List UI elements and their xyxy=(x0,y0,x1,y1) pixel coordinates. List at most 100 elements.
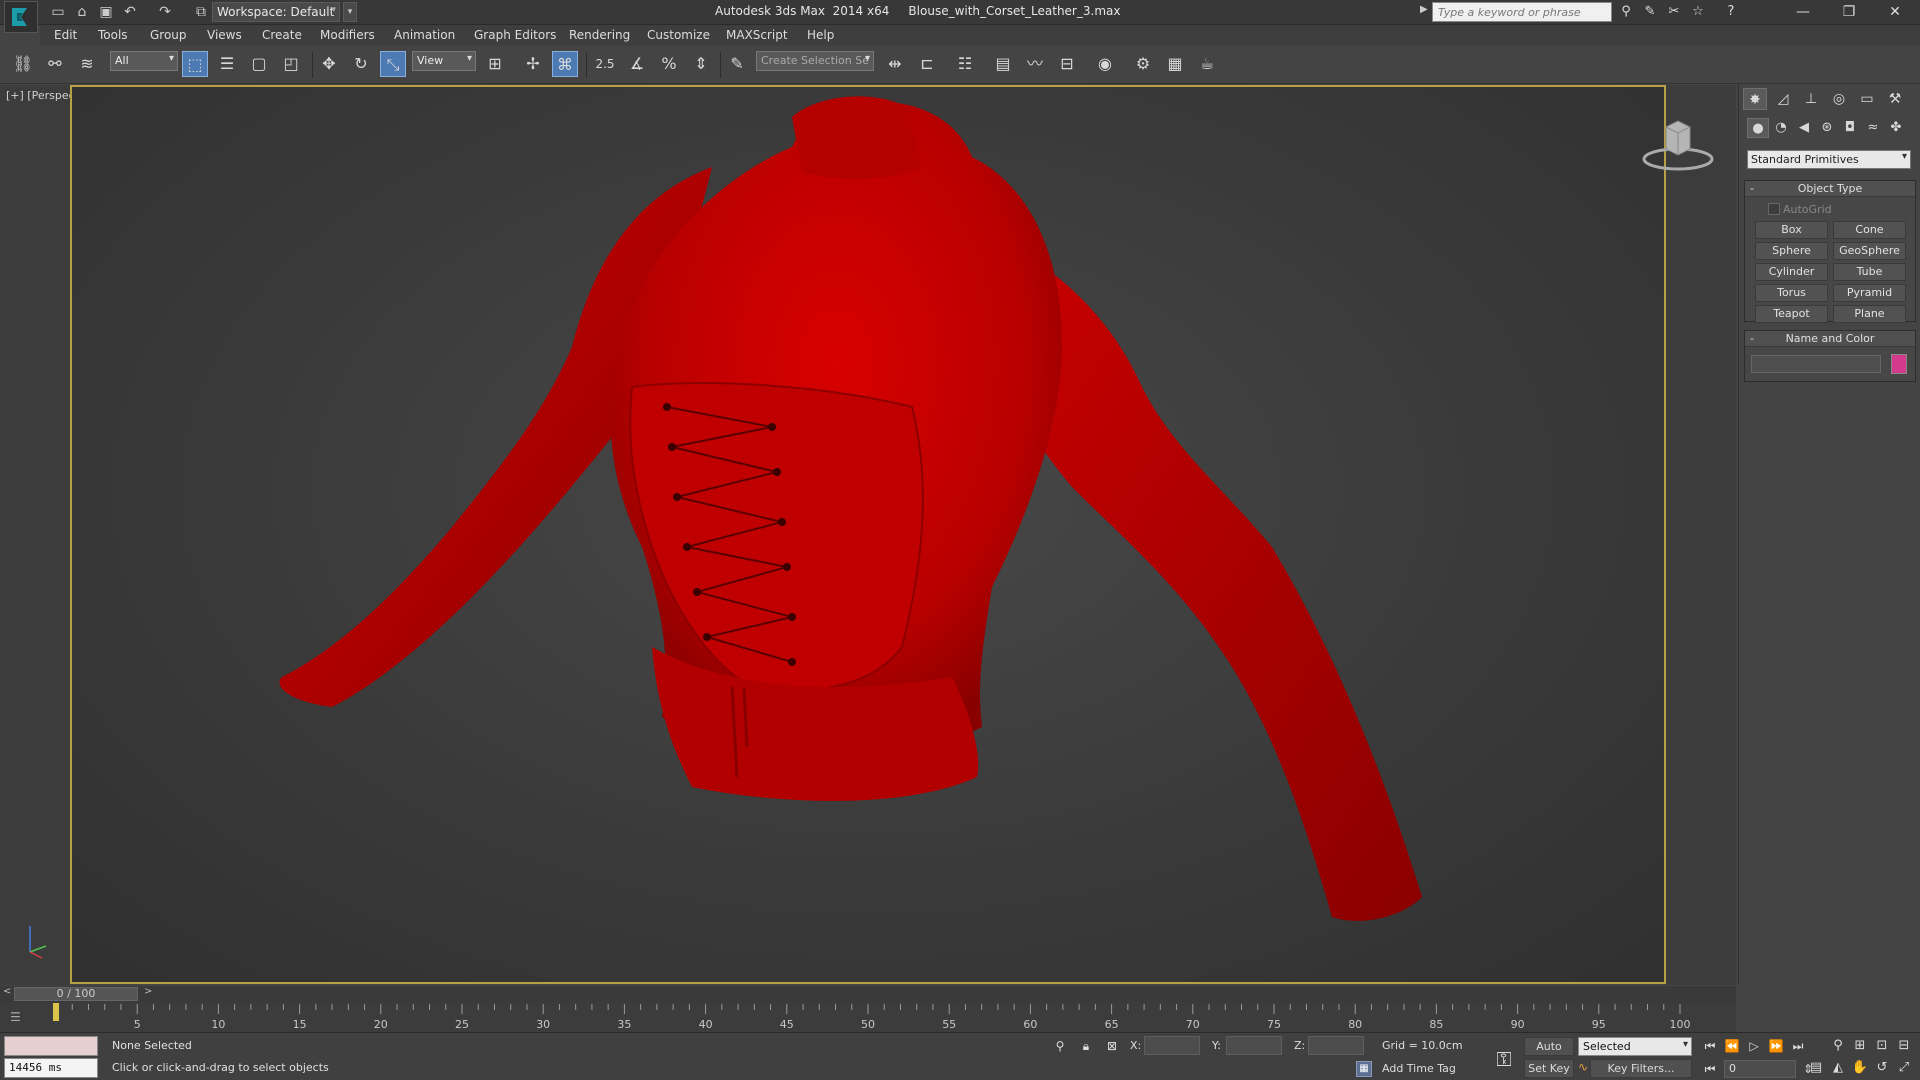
render-setup-icon[interactable]: ⚙ xyxy=(1130,51,1156,77)
menu-animation[interactable]: Animation xyxy=(394,28,455,42)
current-frame-marker[interactable] xyxy=(53,1003,59,1021)
perspective-viewport[interactable] xyxy=(70,85,1666,984)
communication-center-icon[interactable]: ✂ xyxy=(1665,3,1683,21)
key-mode-toggle-icon[interactable]: ⏮ xyxy=(1700,1060,1720,1078)
cameras-icon[interactable]: ⊛ xyxy=(1816,118,1838,138)
restore-icon[interactable]: ❐ xyxy=(1826,0,1872,25)
select-rotate-icon[interactable]: ↻ xyxy=(348,51,374,77)
teapot-button[interactable]: Teapot xyxy=(1755,305,1828,323)
zoom-all-icon[interactable]: ⊞ xyxy=(1850,1036,1870,1056)
reference-coordinate-dropdown[interactable]: View ▾ xyxy=(412,51,476,71)
undo-icon[interactable]: ↶ xyxy=(122,4,138,20)
previous-frame-icon[interactable]: ⏪ xyxy=(1722,1037,1742,1055)
select-by-name-icon[interactable]: ☰ xyxy=(214,51,240,77)
autogrid-checkbox[interactable] xyxy=(1768,203,1780,215)
time-slider-next-button[interactable]: > xyxy=(144,986,152,997)
maxscript-listener-field[interactable] xyxy=(4,1036,98,1056)
geometry-icon[interactable]: ● xyxy=(1747,118,1769,138)
play-icon[interactable]: ▷ xyxy=(1744,1037,1764,1055)
named-selection-dropdown[interactable]: Create Selection Se ▾ xyxy=(756,51,874,71)
app-menu-button[interactable] xyxy=(4,1,38,33)
mirror-icon[interactable]: ⇹ xyxy=(882,51,908,77)
render-production-icon[interactable]: ☕ xyxy=(1194,51,1220,77)
create-tab-icon[interactable]: ✸ xyxy=(1743,88,1767,110)
workspace-dropdown[interactable]: Workspace: Default ▾ xyxy=(212,2,340,22)
redo-icon[interactable]: ↷ xyxy=(157,4,173,20)
utilities-tab-icon[interactable]: ⚒ xyxy=(1883,88,1907,110)
keyboard-shortcut-override-icon[interactable]: ⌘ xyxy=(552,51,578,77)
time-slider-prev-button[interactable]: < xyxy=(3,986,11,997)
go-to-end-icon[interactable]: ⏭ xyxy=(1788,1037,1808,1055)
menu-graph-editors[interactable]: Graph Editors xyxy=(474,28,556,42)
blouse-corset-model[interactable] xyxy=(72,87,1666,984)
frame-ruler[interactable]: 5 10 15 20 25 30 35 40 45 50 55 60 65 70 75 80 85 90 95 100 xyxy=(0,1002,1736,1032)
time-configuration-icon[interactable]: ▤ xyxy=(1806,1058,1826,1078)
space-warps-icon[interactable]: ≈ xyxy=(1862,118,1884,138)
curve-editor-icon[interactable]: 〰 xyxy=(1022,51,1048,77)
rect-selection-region-icon[interactable]: ▢ xyxy=(246,51,272,77)
torus-button[interactable]: Torus xyxy=(1755,284,1828,302)
z-coordinate-field[interactable] xyxy=(1308,1036,1364,1055)
helpers-icon[interactable]: ◘ xyxy=(1839,118,1861,138)
layer-manager-icon[interactable]: ☷ xyxy=(952,51,978,77)
orbit-icon[interactable]: ↺ xyxy=(1872,1058,1892,1078)
selection-filter-dropdown[interactable]: All ▾ xyxy=(110,51,178,71)
key-mode-dropdown[interactable]: Selected ▾ xyxy=(1578,1037,1692,1056)
select-manipulate-icon[interactable]: ✢ xyxy=(520,51,546,77)
next-frame-icon[interactable]: ⏩ xyxy=(1766,1037,1786,1055)
box-button[interactable]: Box xyxy=(1755,221,1828,239)
spinner-snap-icon[interactable]: ⇕ xyxy=(688,51,714,77)
time-slider-thumb[interactable]: 0 / 100 xyxy=(14,987,138,1001)
name-and-color-header[interactable]: - Name and Color xyxy=(1745,331,1915,347)
align-icon[interactable]: ⊏ xyxy=(914,51,940,77)
pan-view-icon[interactable]: ✋ xyxy=(1850,1058,1870,1078)
bind-space-warp-icon[interactable]: ≋ xyxy=(74,51,100,77)
hierarchy-tab-icon[interactable]: ⊥ xyxy=(1799,88,1823,110)
lights-icon[interactable]: ◀ xyxy=(1793,118,1815,138)
snaps-toggle-icon[interactable]: 2.5 xyxy=(592,51,618,77)
menu-tools[interactable]: Tools xyxy=(98,28,128,42)
minimize-icon[interactable]: — xyxy=(1780,0,1826,25)
save-file-icon[interactable]: ▣ xyxy=(98,4,114,20)
plane-button[interactable]: Plane xyxy=(1833,305,1906,323)
select-object-icon[interactable]: ⬚ xyxy=(182,51,208,77)
menu-rendering[interactable]: Rendering xyxy=(569,28,630,42)
set-key-button[interactable]: Set Key xyxy=(1524,1059,1574,1078)
close-icon[interactable]: ✕ xyxy=(1872,0,1918,25)
sphere-button[interactable]: Sphere xyxy=(1755,242,1828,260)
edit-named-selection-icon[interactable]: ✎ xyxy=(724,51,750,77)
y-coordinate-field[interactable] xyxy=(1226,1036,1282,1055)
category-dropdown[interactable]: Standard Primitives ▾ xyxy=(1747,150,1911,169)
maximize-viewport-icon[interactable]: ⤢ xyxy=(1894,1058,1914,1078)
menu-group[interactable]: Group xyxy=(150,28,187,42)
menu-customize[interactable]: Customize xyxy=(647,28,710,42)
current-frame-field[interactable]: 0 xyxy=(1724,1060,1796,1078)
favorites-icon[interactable]: ☆ xyxy=(1689,3,1707,21)
unlink-icon[interactable]: ⚯ xyxy=(42,51,68,77)
key-icon[interactable]: ⚿ xyxy=(1490,1047,1518,1071)
project-folder-icon[interactable]: ⧉ xyxy=(193,4,209,20)
add-time-tag-button[interactable]: Add Time Tag xyxy=(1376,1060,1462,1077)
menu-modifiers[interactable]: Modifiers xyxy=(320,28,375,42)
tube-button[interactable]: Tube xyxy=(1833,263,1906,281)
set-key-curve-icon[interactable]: ∿ xyxy=(1578,1060,1588,1074)
isolate-selection-icon[interactable]: ⚲ xyxy=(1052,1038,1068,1054)
binoculars-icon[interactable]: ⚲ xyxy=(1617,3,1635,21)
cone-button[interactable]: Cone xyxy=(1833,221,1906,239)
go-to-start-icon[interactable]: ⏮ xyxy=(1700,1037,1720,1055)
motion-tab-icon[interactable]: ◎ xyxy=(1827,88,1851,110)
time-tag-icon[interactable]: ▦ xyxy=(1356,1061,1372,1077)
rendered-frame-window-icon[interactable]: ▦ xyxy=(1162,51,1188,77)
help-icon[interactable]: ? xyxy=(1722,3,1740,21)
menu-edit[interactable]: Edit xyxy=(54,28,77,42)
object-name-field[interactable] xyxy=(1751,355,1881,373)
angle-snap-icon[interactable]: ∡ xyxy=(624,51,650,77)
zoom-icon[interactable]: ⚲ xyxy=(1828,1036,1848,1056)
quick-access-customize-button[interactable]: ▾ xyxy=(343,2,357,22)
material-editor-icon[interactable]: ◉ xyxy=(1092,51,1118,77)
auto-key-button[interactable]: Auto Key xyxy=(1524,1037,1574,1070)
menu-views[interactable]: Views xyxy=(207,28,242,42)
open-file-icon[interactable]: ⌂ xyxy=(74,4,90,20)
selection-lock-icon[interactable]: 🔒︎ xyxy=(1078,1038,1094,1054)
field-of-view-icon[interactable]: ◭ xyxy=(1828,1058,1848,1078)
